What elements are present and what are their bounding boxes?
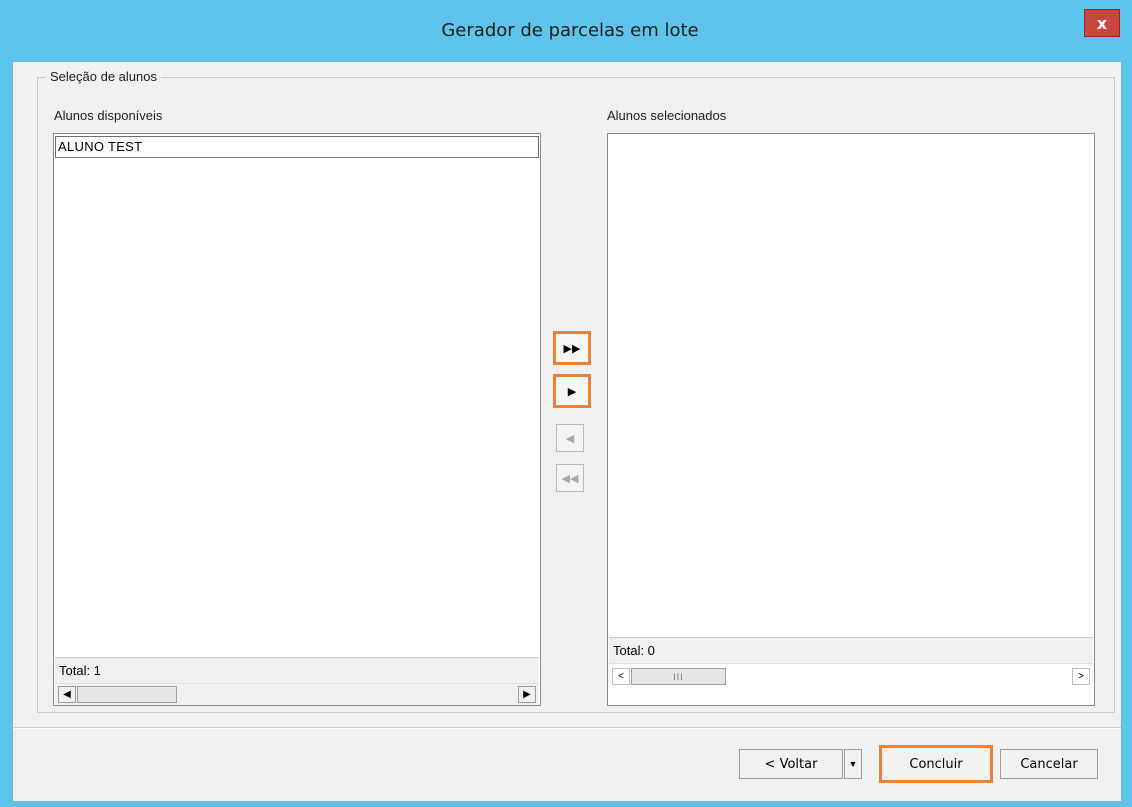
close-icon: x [1096, 13, 1108, 33]
left-arrow-icon: ◀ [565, 432, 575, 445]
available-students-list[interactable]: ALUNO TEST Total: 1 ◀ ▶ [53, 133, 541, 706]
scroll-thumb[interactable]: III [631, 668, 726, 685]
back-button-label: < Voltar [764, 756, 818, 772]
selected-hscrollbar[interactable]: < III > [609, 663, 1093, 689]
move-left-button[interactable]: ◀ [556, 424, 584, 452]
move-right-button[interactable]: ▶ [553, 374, 591, 408]
move-all-right-button[interactable]: ▶▶ [553, 331, 591, 365]
scroll-right-icon[interactable]: ▶ [518, 686, 536, 703]
finish-button[interactable]: Concluir [879, 745, 993, 783]
group-legend: Seleção de alunos [46, 69, 161, 84]
selected-students-label: Alunos selecionados [607, 108, 727, 123]
back-button[interactable]: < Voltar [739, 749, 843, 779]
student-selection-group: Seleção de alunos Alunos disponíveis ALU… [37, 69, 1115, 713]
scroll-left-icon[interactable]: ◀ [58, 686, 76, 703]
scroll-left-icon[interactable]: < [612, 668, 630, 685]
scroll-right-icon[interactable]: > [1072, 668, 1090, 685]
move-all-left-button[interactable]: ◀◀ [556, 464, 584, 492]
available-hscrollbar[interactable]: ◀ ▶ [55, 683, 539, 705]
right-arrow-icon: ▶ [567, 385, 577, 398]
dialog-client: Seleção de alunos Alunos disponíveis ALU… [12, 61, 1122, 802]
selected-students-list[interactable]: Total: 0 < III > [607, 133, 1095, 706]
available-total: Total: 1 [55, 657, 539, 683]
back-dropdown-button[interactable]: ▼ [844, 749, 862, 779]
footer-separator [13, 727, 1121, 729]
list-item[interactable]: ALUNO TEST [55, 136, 539, 158]
available-students-label: Alunos disponíveis [54, 108, 163, 123]
scroll-thumb[interactable] [77, 686, 177, 703]
chevron-down-icon: ▼ [848, 759, 858, 769]
double-right-arrow-icon: ▶▶ [563, 342, 581, 355]
title-bar: Gerador de parcelas em lote x [8, 0, 1132, 66]
double-left-arrow-icon: ◀◀ [561, 472, 579, 485]
close-button[interactable]: x [1084, 9, 1120, 37]
window-title: Gerador de parcelas em lote [441, 20, 699, 41]
finish-button-label: Concluir [909, 756, 963, 772]
cancel-button[interactable]: Cancelar [1000, 749, 1098, 779]
selected-total: Total: 0 [609, 637, 1093, 663]
cancel-button-label: Cancelar [1020, 756, 1078, 772]
dialog-window: Gerador de parcelas em lote x Seleção de… [0, 0, 1132, 807]
